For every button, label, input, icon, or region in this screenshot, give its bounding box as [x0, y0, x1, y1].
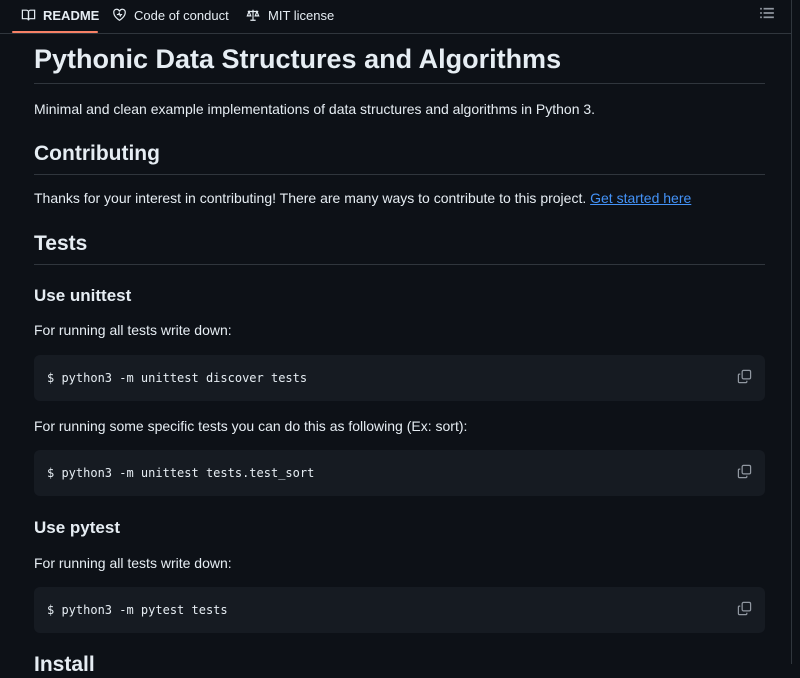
- tab-code-of-conduct-label: Code of conduct: [134, 7, 229, 23]
- get-started-link[interactable]: Get started here: [590, 190, 691, 206]
- list-icon: [760, 6, 774, 24]
- outline-button[interactable]: [758, 6, 776, 24]
- code-command[interactable]: $ python3 -m unittest discover tests: [47, 370, 307, 386]
- pytest-all-text: For running all tests write down:: [34, 555, 232, 571]
- contributing-text-body: Thanks for your interest in contributing…: [34, 190, 591, 206]
- tab-mit-license-label: MIT license: [268, 7, 335, 23]
- tab-readme-label: README: [43, 7, 100, 23]
- book-icon: [20, 7, 36, 23]
- copy-icon: [737, 601, 751, 615]
- heart-icon: [111, 7, 127, 23]
- tab-code-of-conduct[interactable]: Code of conduct: [111, 0, 229, 30]
- code-block-pytest-all: $ python3 -m pytest tests: [34, 587, 765, 633]
- contributing-heading: Contributing: [34, 141, 765, 175]
- readme-tab-bar: README Code of conduct MIT license: [0, 0, 792, 34]
- contributing-text: Thanks for your interest in contributing…: [34, 188, 765, 208]
- copy-button[interactable]: [735, 599, 753, 617]
- page-title: Pythonic Data Structures and Algorithms: [34, 43, 765, 84]
- copy-button[interactable]: [735, 462, 753, 480]
- code-command[interactable]: $ python3 -m pytest tests: [47, 602, 228, 618]
- copy-icon: [737, 369, 751, 383]
- unittest-all-text: For running all tests write down:: [34, 322, 232, 338]
- copy-icon: [737, 464, 751, 478]
- pytest-heading: Use pytest: [34, 518, 120, 537]
- code-command[interactable]: $ python3 -m unittest tests.test_sort: [47, 465, 314, 481]
- tests-heading: Tests: [34, 231, 765, 265]
- intro-text: Minimal and clean example implementation…: [34, 101, 596, 117]
- tab-mit-license[interactable]: MIT license: [245, 0, 334, 30]
- active-tab-indicator: [12, 31, 98, 33]
- code-block-unittest-specific: $ python3 -m unittest tests.test_sort: [34, 450, 765, 496]
- unittest-heading: Use unittest: [34, 286, 132, 305]
- readme-panel: README Code of conduct MIT license Pytho…: [0, 0, 792, 676]
- tab-readme[interactable]: README: [20, 0, 99, 30]
- law-scale-icon: [245, 7, 261, 23]
- install-heading: Install: [34, 653, 95, 676]
- unittest-specific-text: For running some specific tests you can …: [34, 418, 468, 434]
- copy-button[interactable]: [735, 367, 753, 385]
- code-block-unittest-all: $ python3 -m unittest discover tests: [34, 355, 765, 401]
